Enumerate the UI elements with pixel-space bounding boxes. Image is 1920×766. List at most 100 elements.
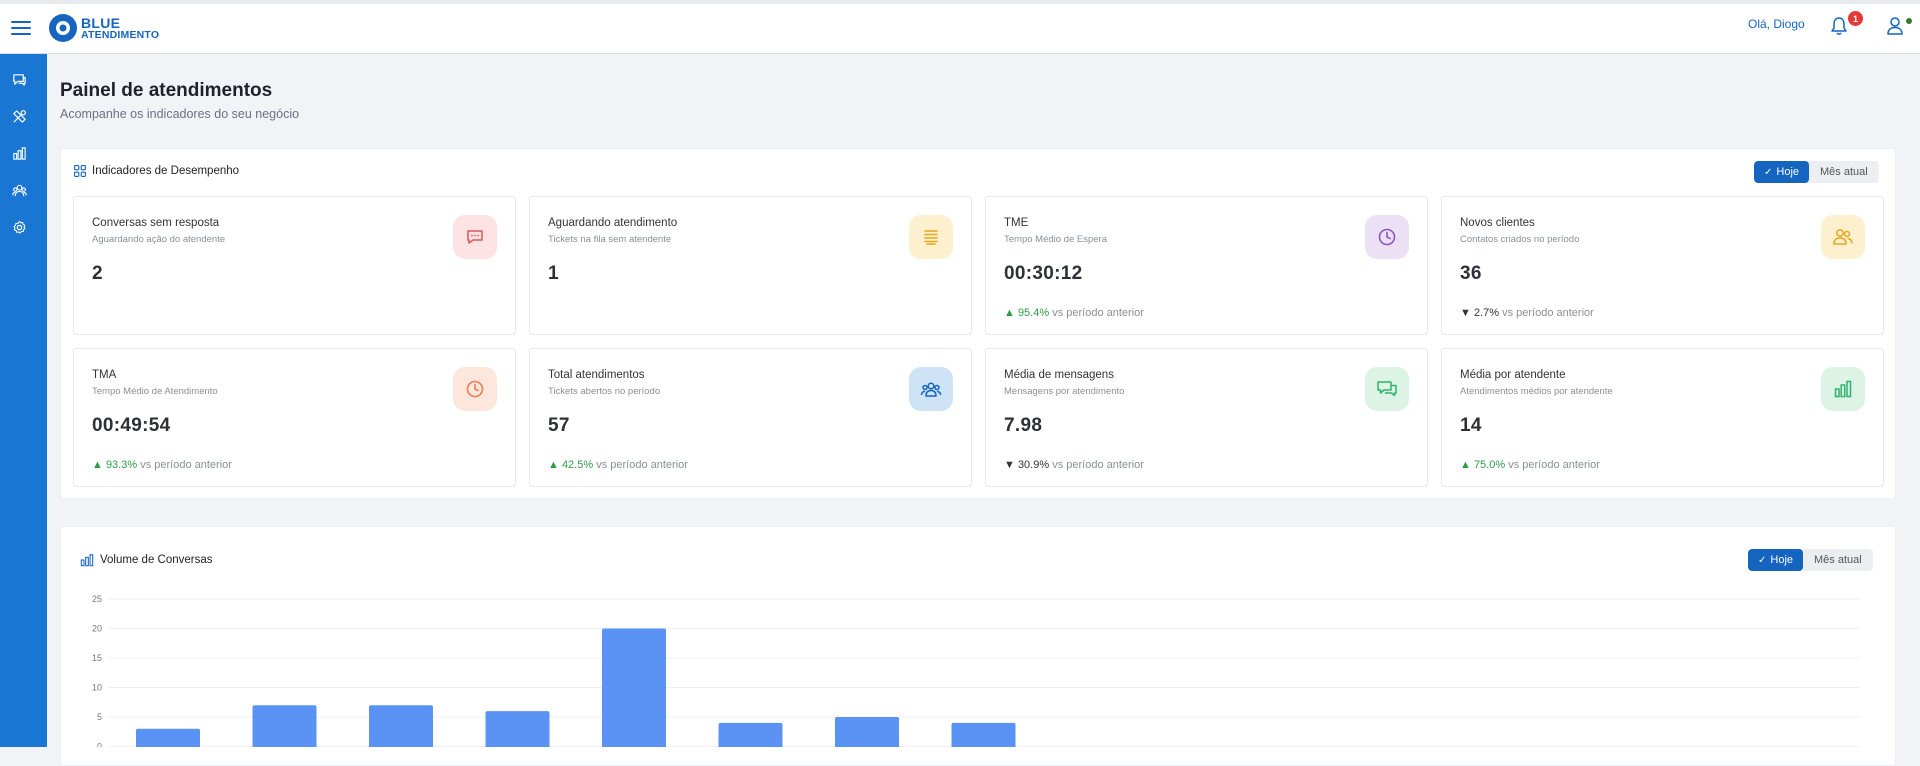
volume-panel-title-text: Volume de Conversas [100,554,213,566]
chart-y-tick-label: 10 [92,683,102,693]
kpi-card-subtitle: Tickets na fila sem atendente [548,234,672,245]
kpi-card-trend-value: ▼ 2.7% [1460,307,1500,319]
chart-y-tick-label: 5 [97,712,102,722]
chart-bar[interactable] [369,705,433,747]
kpi-card-title: Conversas sem resposta [92,217,220,229]
volume-toggle-month-label: Mês atual [1814,554,1862,566]
kpi-card: Total atendimentos Tickets abertos no pe… [529,348,972,487]
chart-y-tick-label: 0 [97,742,102,748]
team-icon [909,367,953,411]
kpi-card-title: TMA [92,369,117,381]
kpi-card-title: Média de mensagens [1004,369,1114,381]
kpi-card-subtitle: Contatos criados no período [1460,234,1580,245]
notification-badge: 1 [1848,11,1863,26]
menu-icon[interactable] [11,21,31,35]
kpi-card-value: 1 [548,263,559,284]
sidebar-item-users[interactable] [10,181,28,199]
kpi-card-value: 36 [1460,263,1482,284]
kpi-card-value: 7.98 [1004,415,1043,436]
kpi-card: TME Tempo Médio de Espera 00:30:12 ▲ 95.… [985,196,1428,335]
chart-bar[interactable] [252,705,317,747]
kpi-toggle-today[interactable]: ✓ Hoje [1754,161,1810,183]
sidebar-item-chats[interactable] [10,70,28,88]
kpi-card-subtitle: Aguardando ação do atendente [92,234,226,245]
kpi-card: Conversas sem resposta Aguardando ação d… [73,196,516,335]
messages-icon [1365,367,1409,411]
kpi-card-trend-value: ▲ 95.4% [1004,307,1050,319]
kpi-period-toggle: ✓ Hoje Mês atual [1754,161,1879,183]
logo[interactable]: BLUE ATENDIMENTO [48,13,159,43]
kpi-card-title: Novos clientes [1460,217,1535,229]
kpi-panel-title-text: Indicadores de Desempenho [92,165,240,177]
kpi-card-trend-label: vs período anterior [1505,459,1600,471]
kpi-card-trend-value: ▲ 93.3% [92,459,138,471]
chart-bar[interactable] [835,717,899,747]
kpi-card-trend: ▲ 95.4% vs período anterior [1004,307,1144,319]
kpi-panel-title: Indicadores de Desempenho [74,165,239,177]
kpi-card-trend: ▲ 42.5% vs período anterior [548,459,688,471]
logo-mark-icon [49,14,77,42]
kpi-card-title: TME [1004,217,1029,229]
kpi-card: Aguardando atendimento Tickets na fila s… [529,196,972,335]
bar-chart-icon [1821,367,1865,411]
volume-toggle-today-label: Hoje [1770,554,1794,566]
kpi-card: Média de mensagens Mensagens por atendim… [985,348,1428,487]
chart-bar[interactable] [136,728,200,747]
queue-icon [909,215,953,259]
kpi-card-value: 57 [548,415,570,436]
chart-bar[interactable] [718,722,783,747]
chart-bar[interactable] [602,628,666,748]
sidebar [0,54,47,747]
logo-line1: BLUE [81,14,121,31]
user-icon[interactable] [1886,16,1904,36]
kpi-toggle-month[interactable]: Mês atual [1809,161,1879,183]
online-status-dot [1906,18,1912,24]
kpi-card-trend: ▼ 30.9% vs período anterior [1004,459,1144,471]
bar-chart-icon [12,146,26,160]
grid-icon [74,165,86,177]
volume-period-toggle: ✓ Hoje Mês atual [1748,549,1873,571]
kpi-card-trend-label: vs período anterior [1499,307,1594,319]
kpi-card: TMA Tempo Médio de Atendimento 00:49:54 … [73,348,516,487]
kpi-card-subtitle: Atendimentos médios por atendente [1460,386,1613,397]
kpi-card-value: 00:30:12 [1004,263,1083,284]
kpi-card-trend-value: ▲ 75.0% [1460,459,1506,471]
kpi-card: Média por atendente Atendimentos médios … [1441,348,1884,487]
kpi-card-subtitle: Tickets abertos no período [548,386,661,397]
chart-bar[interactable] [951,722,1016,747]
logo-line2: ATENDIMENTO [81,28,160,41]
volume-chart: 25 20 15 10 5 0 [92,594,1860,748]
sidebar-item-reports[interactable] [10,144,28,162]
volume-toggle-today[interactable]: ✓ Hoje [1748,549,1804,571]
kpi-card-trend-label: vs período anterior [137,459,232,471]
page-title: Painel de atendimentos [60,80,273,101]
chart-bar[interactable] [485,711,550,747]
bar-chart-icon [80,554,94,567]
chart-y-tick-label: 25 [92,594,102,604]
kpi-card-subtitle: Tempo Médio de Espera [1004,234,1107,245]
clock-icon [1365,215,1409,259]
gear-icon [13,220,26,234]
users-icon [1821,215,1865,259]
kpi-card-value: 14 [1460,415,1482,436]
sidebar-item-tools[interactable] [10,107,28,125]
kpi-card-trend-value: ▲ 42.5% [548,459,594,471]
kpi-card-trend: ▲ 93.3% vs período anterior [92,459,232,471]
chart-y-tick-label: 20 [92,624,102,634]
chart-y-tick-label: 15 [92,653,102,663]
kpi-card-trend-label: vs período anterior [1049,307,1144,319]
kpi-card-subtitle: Tempo Médio de Atendimento [92,386,218,397]
volume-toggle-month[interactable]: Mês atual [1803,549,1873,571]
chat-icon [453,215,497,259]
kpi-card-trend-label: vs período anterior [593,459,688,471]
sidebar-item-settings[interactable] [10,218,28,236]
user-greeting[interactable]: Olá, Diogo [1748,17,1805,31]
page-subtitle: Acompanhe os indicadores do seu negócio [60,107,300,121]
bell-icon[interactable] [1830,16,1848,36]
kpi-card-title: Média por atendente [1460,369,1566,381]
kpi-card-trend-label: vs período anterior [1049,459,1144,471]
kpi-card-trend-value: ▼ 30.9% [1004,459,1050,471]
clock-icon [453,367,497,411]
kpi-card-value: 2 [92,263,103,284]
kpi-toggle-month-label: Mês atual [1820,166,1868,178]
